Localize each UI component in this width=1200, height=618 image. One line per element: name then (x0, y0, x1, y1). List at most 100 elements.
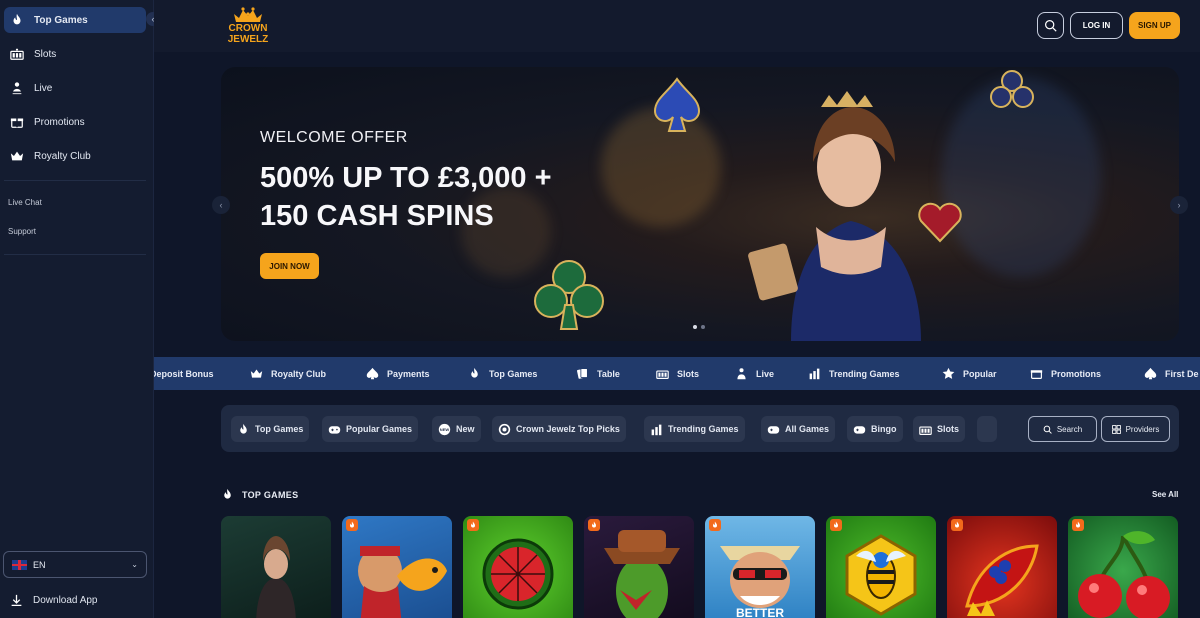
filter-all-games[interactable]: All Games (761, 416, 836, 442)
queen-illustration (748, 91, 921, 341)
search-icon (1043, 425, 1052, 434)
filter-label: All Games (785, 424, 830, 434)
fisherman-game-thumbnail (720, 546, 800, 608)
flame-icon (471, 367, 478, 378)
providers-button[interactable]: Providers (1101, 416, 1170, 442)
header-search-button[interactable] (1037, 12, 1064, 39)
carousel-dot[interactable] (701, 325, 705, 329)
category-label: Payments (387, 368, 430, 379)
dealer-icon (11, 82, 23, 95)
club-gem-icon (990, 70, 1034, 108)
section-title: TOP GAMES (221, 488, 298, 501)
sidebar-item-top-games[interactable]: Top Games (4, 7, 146, 33)
filter-popular-games[interactable]: Popular Games (322, 416, 419, 442)
game-search-button[interactable]: Search (1028, 416, 1097, 442)
sidebar-divider (4, 180, 146, 181)
language-selector[interactable]: EN ⌄ (3, 551, 147, 578)
download-label: Download App (33, 595, 98, 606)
live-chat-link[interactable]: Live Chat (8, 198, 42, 207)
category-label: First De (1165, 368, 1199, 379)
hero-subtitle: WELCOME OFFER (260, 129, 408, 146)
gift-icon (1030, 370, 1043, 379)
category-popular[interactable]: Popular (942, 357, 997, 390)
see-all-link[interactable]: See All (1152, 490, 1178, 499)
carousel-dots (693, 325, 705, 329)
filter-more[interactable] (977, 416, 997, 442)
game-card[interactable] (342, 516, 452, 618)
cherry-game-thumbnail (1078, 531, 1170, 618)
spade-gem-icon (653, 77, 701, 132)
filter-label: New (456, 424, 475, 434)
sidebar-item-label: Promotions (34, 116, 85, 128)
hero-banner[interactable]: WELCOME OFFER 500% UP TO £3,000 + 150 CA… (221, 67, 1179, 341)
download-icon (11, 594, 22, 607)
category-strip: Deposit Bonus Royalty Club Payments Top … (154, 357, 1200, 390)
game-filter-bar: Top Games Popular Games NEW New Crown Je… (221, 405, 1179, 452)
search-icon (1045, 20, 1057, 32)
gamepad-icon (328, 425, 341, 434)
slots-icon (10, 48, 24, 60)
svg-text:JEWELZ: JEWELZ (228, 34, 269, 45)
filter-new[interactable]: NEW New (432, 416, 481, 442)
language-label: EN (33, 559, 46, 570)
flame-icon (713, 521, 717, 528)
category-top-games[interactable]: Top Games (468, 357, 537, 390)
category-table[interactable]: Table (576, 357, 620, 390)
category-label: Live (756, 368, 775, 379)
hero-title-line: 500% UP TO £3,000 + (260, 162, 552, 194)
category-label: Deposit Bonus (154, 368, 214, 379)
game-card[interactable] (584, 516, 694, 618)
dealer-icon (737, 368, 746, 380)
flame-icon (1076, 521, 1080, 528)
flame-icon (13, 13, 21, 25)
carousel-prev-button[interactable]: ‹ (212, 196, 230, 214)
carousel-next-button[interactable]: › (1170, 196, 1188, 214)
filter-trending-games[interactable]: Trending Games (644, 416, 745, 442)
game-card[interactable] (221, 516, 331, 618)
category-label: Top Games (489, 368, 538, 379)
filter-slots[interactable]: Slots (913, 416, 966, 442)
sidebar-item-slots[interactable]: Slots (4, 41, 146, 67)
support-link[interactable]: Support (8, 227, 36, 236)
sidebar-item-label: Top Games (34, 14, 88, 26)
game-card[interactable] (463, 516, 573, 618)
category-slots[interactable]: Slots (656, 357, 699, 390)
flame-icon (224, 488, 231, 499)
gamepad-icon (853, 425, 866, 434)
category-first-deposit[interactable]: First De (1144, 357, 1199, 390)
download-app-button[interactable]: Download App (10, 594, 98, 607)
category-deposit-bonus[interactable]: Deposit Bonus (154, 357, 214, 390)
signup-button[interactable]: SIGN UP (1129, 12, 1180, 39)
sidebar-item-promotions[interactable]: Promotions (4, 109, 146, 135)
flame-icon (955, 521, 959, 528)
sidebar-item-live[interactable]: Live (4, 75, 146, 101)
game-card[interactable]: BETTER (705, 516, 815, 618)
category-live[interactable]: Live (735, 357, 774, 390)
live-dealer-thumbnail (256, 536, 296, 618)
hot-fruits-game-thumbnail (965, 544, 1039, 616)
filter-bingo[interactable]: Bingo (847, 416, 903, 442)
game-card[interactable] (826, 516, 936, 618)
join-now-button[interactable]: JOIN NOW (260, 253, 319, 279)
flame-icon (834, 521, 838, 528)
category-label: Trending Games (829, 368, 900, 379)
category-label: Slots (677, 368, 700, 379)
crown-jewelz-logo[interactable]: CROWN JEWELZ (220, 4, 276, 46)
filter-crown-jewelz-top-picks[interactable]: Crown Jewelz Top Picks (492, 416, 626, 442)
sidebar-item-royalty-club[interactable]: Royalty Club (4, 143, 146, 169)
game-card[interactable] (947, 516, 1057, 618)
category-royalty-club[interactable]: Royalty Club (250, 357, 326, 390)
hero-title-line: 150 CASH SPINS (260, 200, 494, 232)
carousel-dot[interactable] (693, 325, 697, 329)
login-button[interactable]: LOG IN (1070, 12, 1123, 39)
grid-icon (1111, 424, 1121, 434)
game-card[interactable] (1068, 516, 1178, 618)
category-payments[interactable]: Payments (366, 357, 430, 390)
category-label: Popular (963, 368, 997, 379)
category-promotions[interactable]: Promotions (1030, 357, 1101, 390)
category-trending-games[interactable]: Trending Games (808, 357, 900, 390)
filter-top-games[interactable]: Top Games (231, 416, 310, 442)
cards-icon (577, 368, 588, 379)
category-label: Table (597, 368, 620, 379)
category-label: Promotions (1051, 368, 1102, 379)
